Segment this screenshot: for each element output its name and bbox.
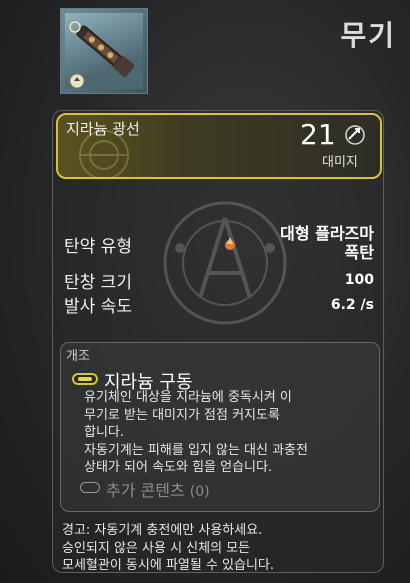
warning-line: 승인되지 않은 사용 시 신체의 모든 bbox=[62, 540, 251, 556]
extra-content-label[interactable]: 추가 콘텐츠 (0) bbox=[106, 477, 210, 501]
stat-magazine-size-label: 탄창 크기 bbox=[64, 273, 132, 293]
weapon-name: 지라늄 광선 bbox=[66, 120, 140, 138]
damage-icon bbox=[345, 125, 365, 145]
stat-ammo-type-label: 탄약 유형 bbox=[64, 237, 132, 257]
damage-value: 21 bbox=[300, 118, 336, 151]
zirrahlium-beam-icon bbox=[69, 21, 135, 89]
usage-warning: 경고: 자동기계 충전에만 사용하세요. 승인되지 않은 사용 시 신체의 모든… bbox=[62, 522, 382, 575]
stat-magazine-size-value: 100 bbox=[344, 272, 374, 288]
mod-description-line: 유기체인 대상을 지라늄에 중독시켜 이 bbox=[84, 390, 292, 405]
warning-line: 경고: 자동기계 충전에만 사용하세요. bbox=[62, 523, 263, 538]
mod-description-line: 무기로 받는 대미지가 점점 커지도록 bbox=[84, 407, 280, 423]
damage-label: 대미지 bbox=[322, 155, 358, 170]
extra-content-slot-icon bbox=[80, 482, 100, 493]
mod-description: 유기체인 대상을 지라늄에 중독시켜 이 무기로 받는 대미지가 점점 커지도록… bbox=[84, 389, 374, 477]
page-title: 무기 bbox=[340, 19, 396, 52]
warning-line: 모세혈관이 동시에 파열될 수 있습니다. bbox=[62, 558, 275, 573]
extra-content-count: (0) bbox=[189, 484, 210, 500]
mod-slot-icon bbox=[72, 373, 98, 385]
stat-ammo-type-value-line2: 폭탄 bbox=[344, 243, 374, 262]
ammo-plasma-icon bbox=[225, 237, 235, 250]
mod-section-header: 개조 bbox=[66, 349, 90, 364]
mod-description-line: 자동기계는 피해를 입지 않는 대신 과충전 bbox=[84, 442, 308, 458]
weapon-thumbnail[interactable] bbox=[60, 8, 148, 94]
mod-description-line: 합니다. bbox=[84, 425, 125, 440]
stat-fire-rate-label: 발사 속도 bbox=[64, 297, 132, 317]
stat-fire-rate-value: 6.2 /s bbox=[330, 297, 374, 313]
extra-content-text: 추가 콘텐츠 bbox=[106, 481, 185, 500]
mod-description-line: 상태가 되어 속도와 힘을 얻습니다. bbox=[84, 460, 273, 475]
weapon-emblem-icon bbox=[163, 201, 287, 325]
